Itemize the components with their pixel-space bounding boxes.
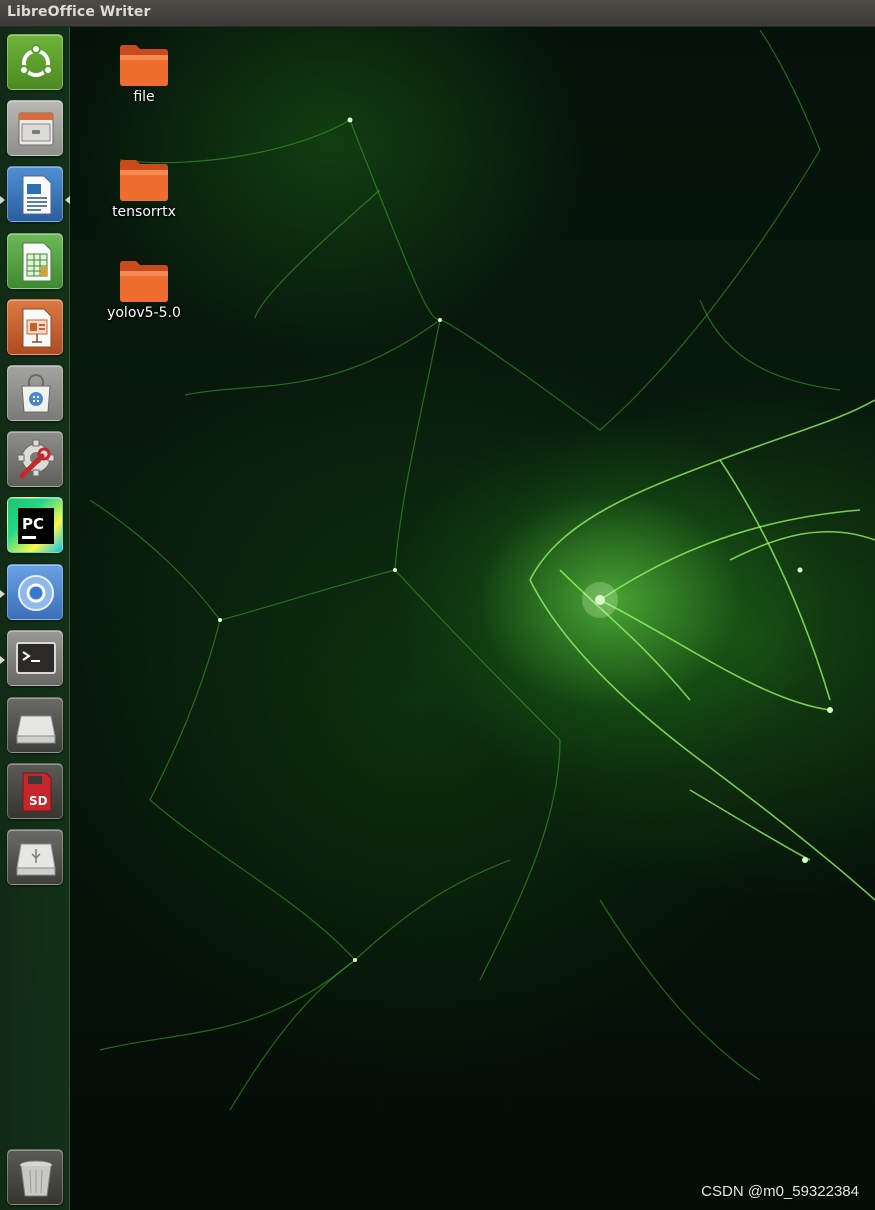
launcher-dock: PC SD xyxy=(0,27,70,1210)
desktop-folder-yolov5[interactable]: yolov5-5.0 xyxy=(94,258,194,321)
chromium-icon xyxy=(18,575,54,611)
launcher-item-system-settings[interactable] xyxy=(7,431,63,487)
folder-icon xyxy=(120,261,168,302)
launcher-item-pycharm[interactable]: PC xyxy=(7,497,63,553)
launcher-item-sd-card[interactable]: SD xyxy=(7,763,63,819)
desktop-folder-tensorrtx[interactable]: tensorrtx xyxy=(94,157,194,220)
pycharm-icon: PC xyxy=(18,508,54,544)
launcher-item-usb-drive[interactable] xyxy=(7,829,63,885)
top-panel: LibreOffice Writer xyxy=(0,0,875,27)
svg-text:PC: PC xyxy=(22,515,44,533)
drive-icon xyxy=(16,715,56,744)
launcher-item-files[interactable] xyxy=(7,100,63,156)
desktop-folder-file[interactable]: file xyxy=(94,42,194,105)
focus-indicator xyxy=(65,196,70,204)
launcher-item-chromium[interactable] xyxy=(7,564,63,620)
trash-icon xyxy=(19,1160,53,1197)
running-indicator xyxy=(0,196,5,204)
desktop-icon-label: tensorrtx xyxy=(112,204,176,220)
running-indicator xyxy=(0,656,5,664)
launcher-item-writer[interactable] xyxy=(7,166,63,222)
running-indicator xyxy=(0,590,5,598)
sd-card-icon: SD xyxy=(22,772,52,812)
launcher-item-trash[interactable] xyxy=(7,1149,63,1205)
svg-text:SD: SD xyxy=(29,794,48,808)
desktop-screen: LibreOffice Writer PC SD file tensorrtx … xyxy=(0,0,875,1210)
settings-wrench-icon xyxy=(17,439,55,479)
launcher-item-impress[interactable] xyxy=(7,299,63,355)
terminal-icon xyxy=(16,642,56,674)
ubuntu-logo-icon xyxy=(19,44,53,77)
spreadsheet-icon xyxy=(22,242,52,282)
csdn-watermark: CSDN @m0_59322384 xyxy=(701,1183,859,1200)
launcher-item-software[interactable] xyxy=(7,365,63,421)
desktop-icon-label: yolov5-5.0 xyxy=(107,305,181,321)
desktop-icon-label: file xyxy=(133,89,155,105)
file-cabinet-icon xyxy=(18,112,54,146)
writer-document-icon xyxy=(22,175,52,215)
folder-icon xyxy=(120,45,168,86)
launcher-item-drive[interactable] xyxy=(7,697,63,753)
folder-icon xyxy=(120,160,168,201)
shopping-bag-icon xyxy=(21,374,51,413)
presentation-icon xyxy=(22,308,52,348)
usb-drive-icon xyxy=(16,843,56,876)
launcher-item-calc[interactable] xyxy=(7,233,63,289)
launcher-item-dash[interactable] xyxy=(7,34,63,90)
window-title: LibreOffice Writer xyxy=(7,4,151,20)
launcher-item-terminal[interactable] xyxy=(7,630,63,686)
